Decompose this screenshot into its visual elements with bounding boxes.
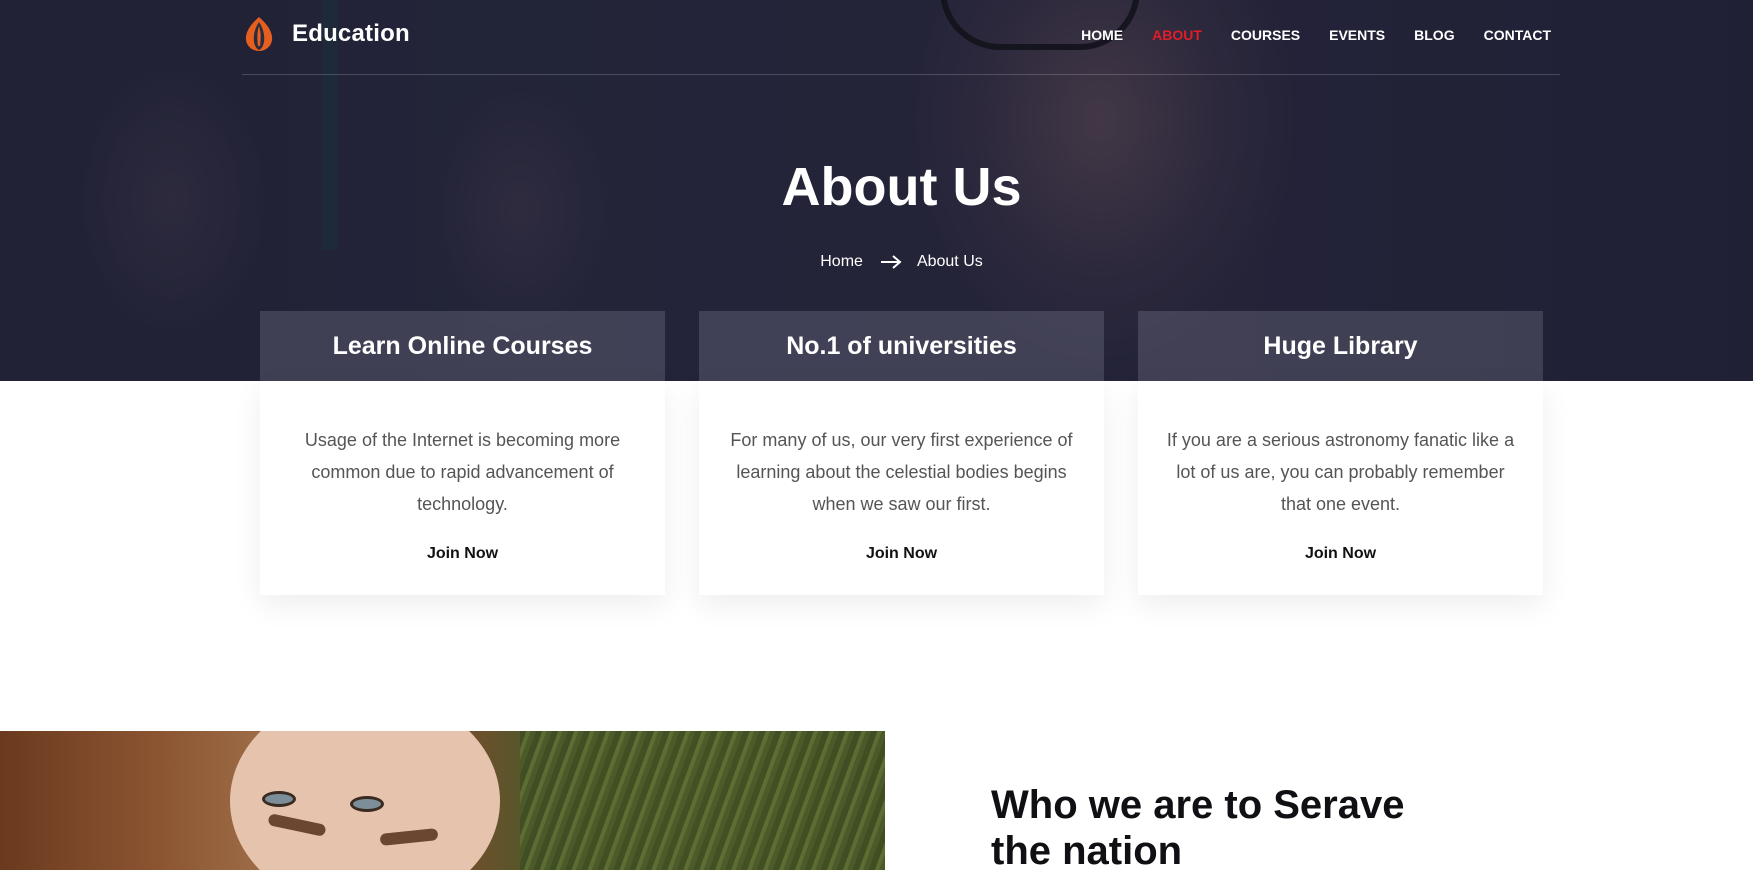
photo-brow — [267, 813, 327, 837]
feature-card-title: Learn Online Courses — [260, 311, 665, 381]
photo-eye — [262, 791, 296, 807]
about-section-title: Who we are to Serave the nation — [991, 783, 1405, 873]
feature-card-text: Usage of the Internet is becoming more c… — [304, 430, 621, 514]
breadcrumb-home[interactable]: Home — [820, 253, 863, 271]
brand-logo-link[interactable]: Education — [242, 16, 410, 52]
join-now-link[interactable]: Join Now — [1166, 545, 1515, 563]
feature-card: If you are a serious astronomy fanatic l… — [1138, 381, 1543, 595]
feature-card: For many of us, our very first experienc… — [699, 381, 1104, 595]
about-photo — [0, 731, 885, 870]
breadcrumb-current: About Us — [916, 253, 983, 270]
nav-item-events[interactable]: EVENTS — [1329, 27, 1385, 43]
nav-divider — [242, 74, 1560, 75]
feature-card-text: For many of us, our very first experienc… — [730, 430, 1073, 514]
main-nav: HOME ABOUT COURSES EVENTS BLOG CONTACT — [1052, 27, 1551, 43]
join-now-link[interactable]: Join Now — [288, 545, 637, 563]
feature-card-text: If you are a serious astronomy fanatic l… — [1166, 430, 1515, 514]
arrow-right-icon — [880, 255, 902, 269]
photo-brow — [379, 828, 439, 846]
feature-card-title: No.1 of universities — [699, 311, 1104, 381]
nav-item-courses[interactable]: COURSES — [1231, 27, 1300, 43]
photo-eye — [350, 796, 384, 812]
nav-item-home[interactable]: HOME — [1081, 27, 1123, 43]
feature-card: Usage of the Internet is becoming more c… — [260, 381, 665, 595]
feature-card-title: Huge Library — [1138, 311, 1543, 381]
photo-face — [230, 731, 500, 870]
nav-item-blog[interactable]: BLOG — [1414, 27, 1454, 43]
breadcrumb: Home About Us — [0, 253, 1753, 271]
nav-item-contact[interactable]: CONTACT — [1484, 27, 1551, 43]
flame-logo-icon — [245, 17, 273, 51]
nav-item-about[interactable]: ABOUT — [1152, 27, 1202, 43]
join-now-link[interactable]: Join Now — [727, 545, 1076, 563]
page-title: About Us — [781, 157, 1022, 217]
photo-grass — [520, 731, 885, 870]
brand-name: Education — [292, 20, 410, 47]
